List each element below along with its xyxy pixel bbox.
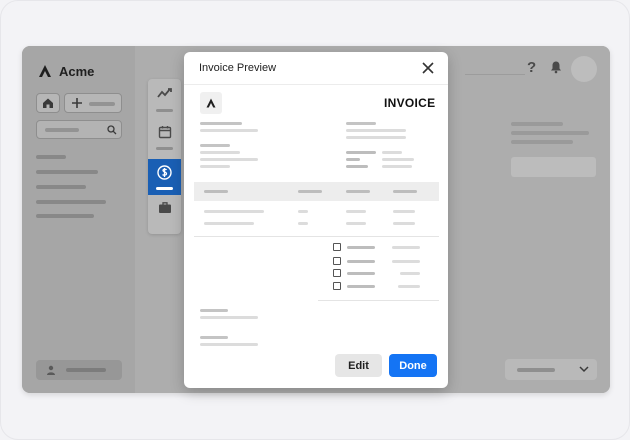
total-label-placeholder xyxy=(347,272,375,275)
invoice-preview-modal: Invoice Preview INVOICE Edit Done xyxy=(184,52,448,388)
total-value-placeholder xyxy=(392,246,420,249)
plus-icon xyxy=(72,98,82,108)
text-placeholder xyxy=(346,151,376,154)
user-name-placeholder xyxy=(66,368,106,372)
sidebar-item[interactable] xyxy=(36,170,98,174)
notes-placeholder xyxy=(200,316,258,319)
text-placeholder xyxy=(200,165,230,168)
notes-placeholder xyxy=(200,343,258,346)
calendar-icon xyxy=(158,126,171,139)
side-panel-button[interactable] xyxy=(511,157,596,177)
search-placeholder xyxy=(45,128,79,132)
table-divider xyxy=(194,236,439,237)
search-input[interactable] xyxy=(36,120,122,139)
totals-divider xyxy=(318,300,439,301)
text-placeholder xyxy=(346,158,360,161)
total-value-placeholder xyxy=(400,272,420,275)
text-placeholder xyxy=(346,129,406,132)
sidebar-item[interactable] xyxy=(36,155,66,159)
sidebar-item[interactable] xyxy=(36,185,86,189)
total-checkbox[interactable] xyxy=(333,257,341,265)
close-icon[interactable] xyxy=(420,60,436,76)
total-label-placeholder xyxy=(347,260,375,263)
cell-placeholder xyxy=(346,222,366,225)
cell-placeholder xyxy=(298,222,308,225)
bell-icon[interactable] xyxy=(549,60,563,74)
cell-placeholder xyxy=(298,210,308,213)
cell-placeholder xyxy=(393,210,415,213)
tool-briefcase[interactable] xyxy=(148,195,181,231)
total-checkbox[interactable] xyxy=(333,269,341,277)
column-header-placeholder xyxy=(393,190,417,193)
sidebar-item[interactable] xyxy=(36,214,94,218)
total-label-placeholder xyxy=(347,246,375,249)
dollar-icon xyxy=(157,165,172,180)
text-placeholder xyxy=(200,151,240,154)
column-header-placeholder xyxy=(346,190,370,193)
invoice-heading: INVOICE xyxy=(384,96,436,110)
topbar-divider xyxy=(465,74,525,75)
sidebar-item[interactable] xyxy=(36,200,106,204)
sidebar: Acme xyxy=(22,46,135,393)
bottom-select[interactable] xyxy=(505,359,597,380)
total-value-placeholder xyxy=(398,285,420,288)
avatar[interactable] xyxy=(571,56,597,82)
user-icon xyxy=(47,365,55,375)
select-value-placeholder xyxy=(517,368,555,372)
app-brand[interactable]: Acme xyxy=(37,63,94,79)
tool-chart-label-placeholder xyxy=(156,109,173,112)
invoice-logo xyxy=(200,92,222,114)
modal-header: Invoice Preview xyxy=(184,52,448,85)
chart-icon xyxy=(156,88,172,98)
tool-billing-label-placeholder xyxy=(156,187,173,190)
cell-placeholder xyxy=(204,222,254,225)
text-placeholder xyxy=(382,151,402,154)
chevron-down-icon xyxy=(579,366,589,373)
table-header xyxy=(194,182,439,201)
notes-placeholder xyxy=(200,309,228,312)
search-icon[interactable] xyxy=(107,125,117,135)
text-placeholder xyxy=(346,165,368,168)
tool-calendar-label-placeholder xyxy=(156,147,173,150)
app-name: Acme xyxy=(59,63,95,79)
cell-placeholder xyxy=(346,210,366,213)
home-icon xyxy=(43,98,53,108)
side-panel-line xyxy=(511,122,563,126)
home-button[interactable] xyxy=(36,93,60,113)
acme-logo-icon xyxy=(206,98,216,108)
text-placeholder xyxy=(382,165,412,168)
side-panel-line xyxy=(511,131,589,135)
total-value-placeholder xyxy=(392,260,420,263)
total-label-placeholder xyxy=(347,285,375,288)
text-placeholder xyxy=(200,158,258,161)
done-button[interactable]: Done xyxy=(389,354,437,377)
column-header-placeholder xyxy=(298,190,322,193)
text-placeholder xyxy=(200,144,230,147)
briefcase-icon xyxy=(158,202,171,213)
modal-title: Invoice Preview xyxy=(199,62,277,74)
edit-button[interactable]: Edit xyxy=(335,354,382,377)
tool-chart[interactable] xyxy=(148,81,181,117)
text-placeholder xyxy=(200,122,242,125)
text-placeholder xyxy=(346,136,406,139)
add-button-label-placeholder xyxy=(89,102,115,106)
text-placeholder xyxy=(382,158,414,161)
cell-placeholder xyxy=(204,210,264,213)
user-menu-button[interactable] xyxy=(36,360,122,380)
cell-placeholder xyxy=(393,222,415,225)
text-placeholder xyxy=(200,129,258,132)
total-checkbox[interactable] xyxy=(333,282,341,290)
total-checkbox[interactable] xyxy=(333,243,341,251)
tool-billing[interactable] xyxy=(148,159,181,195)
notes-placeholder xyxy=(200,336,228,339)
side-panel-line xyxy=(511,140,573,144)
column-header-placeholder xyxy=(204,190,228,193)
tool-calendar[interactable] xyxy=(148,119,181,155)
add-button[interactable] xyxy=(64,93,122,113)
tool-strip xyxy=(148,79,181,234)
help-icon[interactable]: ? xyxy=(527,59,536,76)
acme-logo-icon xyxy=(39,65,51,77)
text-placeholder xyxy=(346,122,376,125)
